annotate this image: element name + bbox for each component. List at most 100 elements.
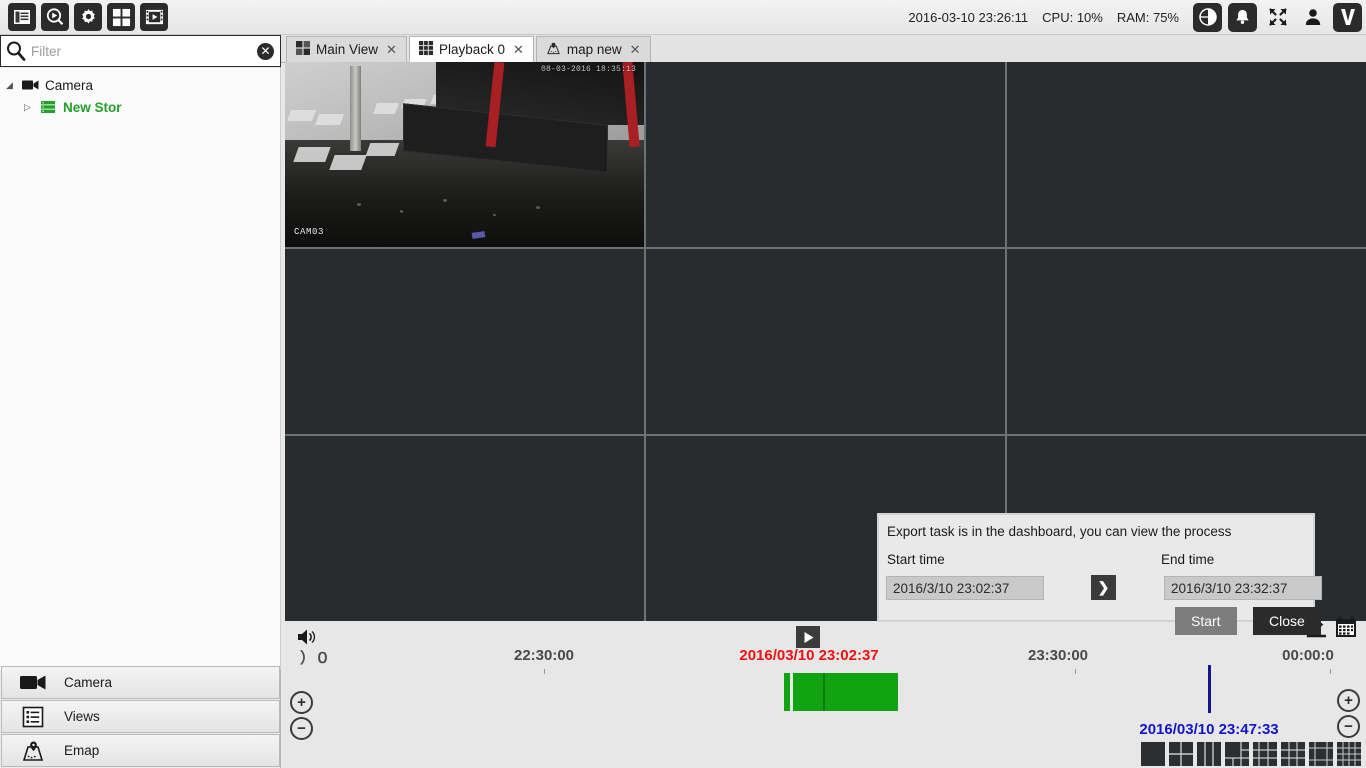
timeline-playhead[interactable] [1208, 665, 1211, 713]
alarm-bell-icon[interactable] [1228, 2, 1257, 32]
crosswalk-stripe [293, 147, 331, 162]
camera-icon [20, 79, 40, 91]
video-cell-6[interactable] [285, 436, 644, 621]
tree-node-new-stor[interactable]: ▷ New Stor [0, 96, 280, 118]
app-logo-icon[interactable] [1333, 2, 1362, 32]
timeline-tick-label: 00:00:0 [1282, 647, 1334, 664]
dashboard-icon[interactable] [8, 3, 36, 31]
cpu-usage: CPU: 10% [1042, 9, 1103, 25]
crosswalk-stripe [315, 113, 345, 125]
road-speck [442, 198, 447, 202]
crosswalk-stripe [328, 154, 367, 170]
server-icon [38, 100, 58, 114]
video-cell-0[interactable]: 08-03-2016 18:35:13 CAM03 [285, 62, 644, 247]
system-stats: CPU: 10% RAM: 75% [1042, 10, 1179, 25]
compass-icon[interactable] [1193, 2, 1222, 32]
tree-node-label: Camera [45, 77, 94, 93]
video-stream: 08-03-2016 18:35:13 CAM03 [285, 62, 644, 247]
grid-icon [296, 41, 310, 58]
layout-grid-icon[interactable] [107, 3, 135, 31]
road-speck [399, 210, 403, 213]
layout-selector [1141, 742, 1361, 766]
recording-segment[interactable] [793, 673, 898, 711]
playback-timeline: + − + − ）０ 22:30:00 23:30:00 00:00:0 201… [285, 616, 1366, 768]
layout-1plus8-icon[interactable] [1309, 742, 1333, 766]
close-icon[interactable]: ✕ [386, 42, 397, 58]
topbar-action-icons [1193, 2, 1362, 32]
tab-label: Main View [316, 42, 379, 57]
export-dialog-message: Export task is in the dashboard, you can… [887, 524, 1232, 539]
video-cell-1[interactable] [646, 62, 1005, 247]
search-input[interactable] [27, 43, 257, 59]
left-sidebar: ✕ ◢ Camera ▷ New Stor [0, 35, 281, 768]
close-dialog-button[interactable]: Close [1253, 607, 1321, 635]
recording-segment[interactable] [784, 673, 790, 711]
app-window: 2016-03-10 23:26:11 CPU: 10% RAM: 75% Fi… [0, 0, 1366, 768]
video-cell-3[interactable] [285, 249, 644, 434]
search-icon [5, 40, 27, 62]
tab-label: map new [566, 42, 622, 57]
playback-search-icon[interactable] [41, 3, 69, 31]
street-pole [349, 65, 361, 151]
calendar-icon[interactable] [1334, 615, 1358, 644]
toolbar-icon-group [0, 3, 168, 31]
fullscreen-icon[interactable] [1263, 3, 1292, 32]
end-time-field[interactable] [1164, 576, 1322, 600]
map-icon [546, 42, 561, 58]
layout-4x4-icon[interactable] [1337, 742, 1361, 766]
video-clip-icon[interactable] [140, 3, 168, 31]
layout-1x1-icon[interactable] [1141, 742, 1165, 766]
layout-1x3-icon[interactable] [1197, 742, 1221, 766]
top-toolbar: 2016-03-10 23:26:11 CPU: 10% RAM: 75% [0, 0, 1366, 35]
timeline-playhead-label: 2016/03/10 23:47:33 [1139, 721, 1279, 738]
start-time-field[interactable] [886, 576, 1044, 600]
ram-usage: RAM: 75% [1116, 9, 1179, 25]
camera-icon [2, 674, 64, 691]
tab-playback-0[interactable]: Playback 0 ✕ [408, 36, 534, 62]
tree-node-camera[interactable]: ◢ Camera [0, 74, 280, 96]
layout-2x2-icon[interactable] [1169, 742, 1193, 766]
emap-pin-icon [2, 740, 64, 762]
video-cell-5[interactable] [1007, 249, 1366, 434]
sidebar-item-views[interactable]: Views [1, 700, 280, 733]
timeline-tick-label: 22:30:00 [513, 647, 575, 664]
play-marker-icon[interactable] [796, 626, 820, 648]
video-cell-2[interactable] [1007, 62, 1366, 247]
export-dialog: Export task is in the dashboard, you can… [878, 514, 1322, 635]
sidebar-item-emap[interactable]: Emap [1, 734, 280, 767]
zoom-out-button[interactable]: − [290, 717, 313, 740]
chevron-right-icon[interactable]: ▷ [24, 102, 38, 113]
system-datetime: 2016-03-10 23:26:11 [908, 9, 1029, 25]
layout-1plus5-icon[interactable] [1225, 742, 1249, 766]
layout-3x3-alt-icon[interactable] [1253, 742, 1277, 766]
apply-range-arrow-button[interactable]: ❯ [1091, 575, 1116, 600]
start-export-button[interactable]: Start [1175, 607, 1237, 635]
sidebar-nav-buttons: Camera Views Emap [0, 666, 281, 768]
filter-bar: ✕ [0, 35, 281, 67]
user-account-icon[interactable] [1298, 3, 1327, 32]
sidebar-item-label: Views [64, 709, 100, 724]
crosswalk-stripe [372, 102, 399, 114]
settings-gear-icon[interactable] [74, 3, 102, 31]
video-camera-label: CAM03 [294, 227, 325, 237]
clear-filter-icon[interactable]: ✕ [257, 42, 274, 60]
sidebar-item-label: Emap [64, 743, 100, 758]
timeline-ruler[interactable]: ）０ 22:30:00 23:30:00 00:00:0 2016/03/10 … [285, 626, 1366, 674]
close-icon[interactable]: ✕ [513, 42, 524, 58]
sidebar-item-camera[interactable]: Camera [1, 666, 280, 699]
timeline-tick-label: ）０ [299, 650, 331, 667]
start-time-label: Start time [887, 552, 945, 567]
timeline-track[interactable]: 2016/03/10 23:47:33 [285, 665, 1366, 738]
zoom-out-button[interactable]: − [1337, 715, 1360, 738]
tab-main-view[interactable]: Main View ✕ [286, 36, 407, 62]
layout-3x3-icon[interactable] [1281, 742, 1305, 766]
road-speck [356, 202, 361, 206]
views-list-icon [2, 706, 64, 728]
chevron-down-icon[interactable]: ◢ [6, 80, 20, 91]
video-cell-4[interactable] [646, 249, 1005, 434]
tab-bar: Main View ✕ Playback 0 ✕ map new ✕ [281, 35, 1366, 63]
close-icon[interactable]: ✕ [630, 42, 641, 58]
tab-map-new[interactable]: map new ✕ [535, 36, 651, 62]
recording-divider [823, 673, 825, 711]
video-osd-timestamp: 08-03-2016 18:35:13 [540, 65, 636, 74]
